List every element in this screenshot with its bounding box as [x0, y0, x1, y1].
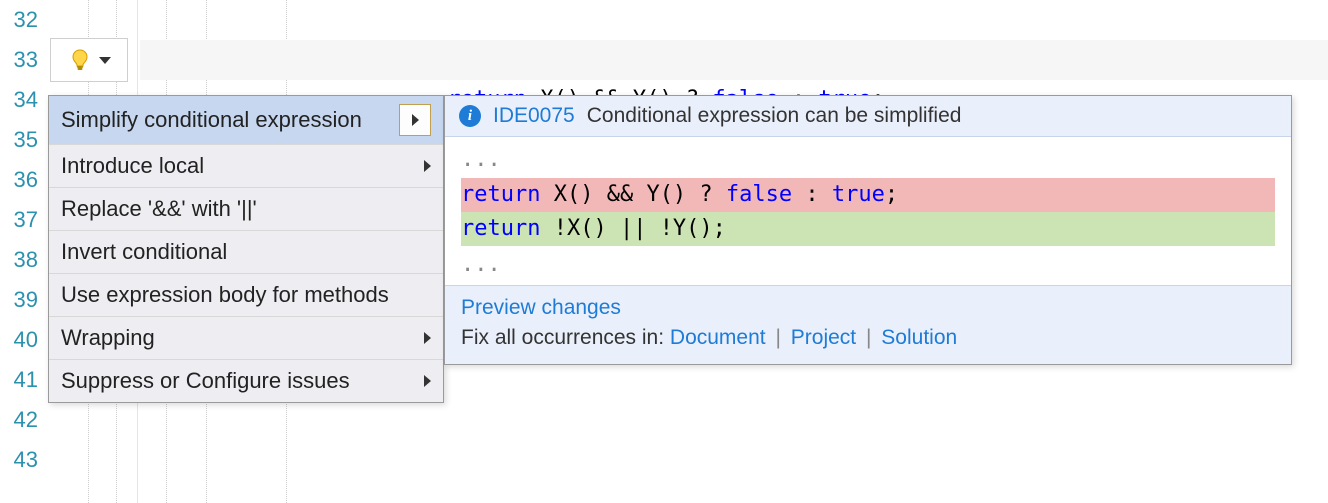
chevron-down-icon [99, 57, 111, 64]
line-number: 43 [0, 440, 48, 480]
chevron-right-icon [424, 375, 431, 387]
line-number: 35 [0, 120, 48, 160]
lightbulb-icon [67, 47, 93, 73]
line-number: 36 [0, 160, 48, 200]
quick-action-label: Introduce local [61, 153, 204, 179]
line-number: 38 [0, 240, 48, 280]
quick-action-label: Invert conditional [61, 239, 227, 265]
quick-action-item[interactable]: Use expression body for methods [49, 274, 443, 317]
quick-action-item[interactable]: Introduce local [49, 145, 443, 188]
preview-header: i IDE0075 Conditional expression can be … [445, 96, 1291, 137]
fix-all-label: Fix all occurrences in: [461, 326, 670, 349]
quick-action-item[interactable]: Suppress or Configure issues [49, 360, 443, 402]
ellipsis: ... [461, 246, 1275, 283]
preview-panel: i IDE0075 Conditional expression can be … [444, 95, 1292, 365]
code-line-33[interactable]: return X() && Y() ? false : true; [368, 40, 885, 80]
line-number: 32 [0, 0, 48, 40]
fix-document-link[interactable]: Document [670, 326, 766, 349]
chevron-right-icon [412, 114, 419, 126]
quick-action-label: Wrapping [61, 325, 155, 351]
quick-action-item[interactable]: Wrapping [49, 317, 443, 360]
quick-action-item[interactable]: Invert conditional [49, 231, 443, 274]
chevron-right-icon [424, 160, 431, 172]
keyword-false: false [726, 182, 792, 207]
line-number: 42 [0, 400, 48, 440]
line-number: 41 [0, 360, 48, 400]
code-text: ; [885, 182, 898, 207]
rule-id[interactable]: IDE0075 [493, 104, 575, 128]
info-icon: i [459, 105, 481, 127]
line-number: 40 [0, 320, 48, 360]
fix-project-link[interactable]: Project [791, 326, 856, 349]
code-text: X() && Y() ? [540, 182, 725, 207]
line-number-gutter: 323334353637383940414243 [0, 0, 48, 503]
line-number: 37 [0, 200, 48, 240]
line-number: 34 [0, 80, 48, 120]
keyword-true: true [832, 182, 885, 207]
quick-action-label: Suppress or Configure issues [61, 368, 350, 394]
keyword-return: return [461, 216, 540, 241]
quick-action-item[interactable]: Replace '&&' with '||' [49, 188, 443, 231]
separator: | [771, 326, 784, 349]
code-text: !X() || !Y(); [540, 216, 725, 241]
rule-description: Conditional expression can be simplified [587, 104, 962, 128]
diff-added-line: return !X() || !Y(); [461, 212, 1275, 246]
lightbulb-button[interactable] [50, 38, 128, 82]
quick-actions-menu: Simplify conditional expression Introduce… [48, 95, 444, 403]
diff-deleted-line: return X() && Y() ? false : true; [461, 178, 1275, 212]
preview-changes-link[interactable]: Preview changes [461, 296, 621, 319]
preview-code: ... return X() && Y() ? false : true; re… [445, 137, 1291, 285]
code-text: : [792, 182, 832, 207]
quick-action-label: Replace '&&' with '||' [61, 196, 257, 222]
line-number: 33 [0, 40, 48, 80]
keyword-return: return [461, 182, 540, 207]
preview-footer: Preview changes Fix all occurrences in: … [445, 285, 1291, 364]
line-number: 39 [0, 280, 48, 320]
quick-action-label: Simplify conditional expression [61, 107, 362, 133]
quick-action-label: Use expression body for methods [61, 282, 389, 308]
fix-solution-link[interactable]: Solution [881, 326, 957, 349]
separator: | [862, 326, 875, 349]
ellipsis: ... [461, 141, 1275, 178]
submenu-expand-button[interactable] [399, 104, 431, 136]
chevron-right-icon [424, 332, 431, 344]
quick-action-item[interactable]: Simplify conditional expression [49, 96, 443, 145]
